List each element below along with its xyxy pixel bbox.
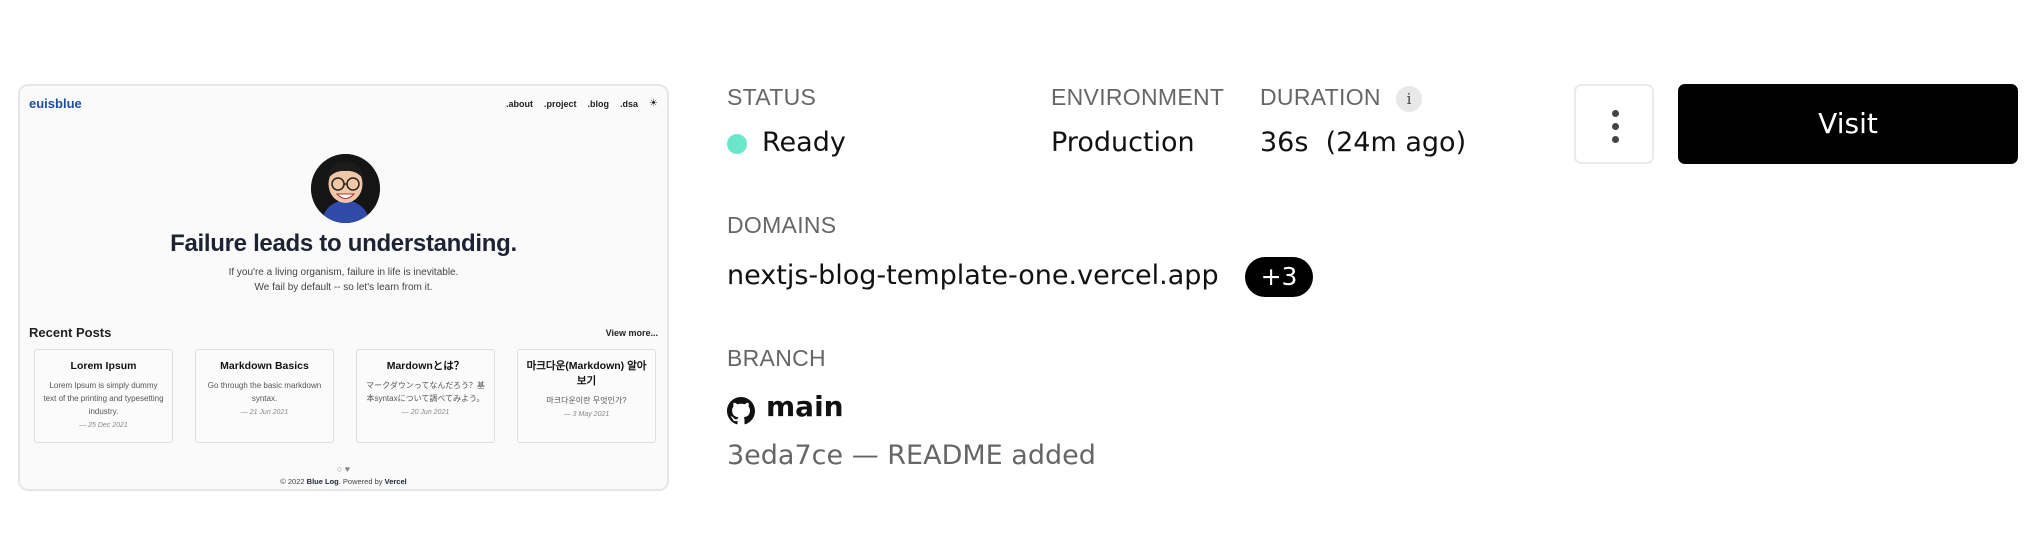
status-indicator-icon [727, 134, 747, 154]
post-date: — 25 Dec 2021 [79, 422, 128, 429]
preview-social-icons: ○ ♥ [336, 464, 351, 474]
footer-powered-by: . Powered by [338, 477, 383, 486]
post-date: — 3 May 2021 [563, 411, 610, 418]
post-card: Mardownとは？ マークダウンってなんだろう？基本syntaxについて調べて… [356, 349, 495, 443]
environment-label: ENVIRONMENT [1051, 84, 1225, 110]
post-description: Go through the basic markdown syntax. [207, 381, 322, 403]
more-options-button[interactable] [1574, 84, 1654, 164]
duration-value: 36s (24m ago) [1260, 127, 1467, 158]
footer-vercel: Vercel [384, 477, 407, 486]
post-description: Lorem Ipsum is simply dummy text of the … [43, 381, 164, 416]
footer-blog-name: Blue Log [306, 477, 339, 486]
preview-nav: .about .project .blog .dsa ☀ [506, 98, 658, 109]
preview-view-more: View more... [605, 328, 658, 338]
post-title: Lorem Ipsum [70, 360, 137, 372]
commit-message[interactable]: 3eda7ce — README added [727, 440, 1096, 471]
preview-recent-posts-title: Recent Posts [29, 325, 112, 340]
github-icon [727, 397, 755, 425]
preview-nav-blog: .blog [587, 98, 610, 109]
preview-hero-subtitle-2: We fail by default -- so let's learn fro… [254, 282, 433, 293]
more-dots-icon [1612, 136, 1619, 143]
info-icon[interactable]: i [1396, 86, 1422, 112]
post-title: Mardownとは？ [386, 360, 465, 372]
avatar [311, 154, 380, 223]
preview-nav-about: .about [506, 98, 533, 109]
preview-brand: euisblue [29, 96, 82, 111]
status-label: STATUS [727, 84, 817, 110]
environment-value: Production [1051, 127, 1195, 158]
post-card: 마크다운(Markdown) 알아보기 마크다운이란 무엇인가? — 3 May… [517, 349, 656, 443]
preview-hero-subtitle-1: If you're a living organism, failure in … [228, 267, 459, 278]
duration-label: DURATION [1260, 84, 1381, 110]
post-description: マークダウンってなんだろう？基本syntaxについて調べてみよう。 [366, 381, 485, 403]
branch-label: BRANCH [727, 345, 826, 371]
post-title: Markdown Basics [220, 360, 309, 372]
preview-footer: © 2022 Blue Log. Powered by Vercel [20, 477, 667, 486]
preview-nav-project: .project [544, 98, 577, 109]
preview-nav-dsa: .dsa [620, 98, 639, 109]
preview-hero-title: Failure leads to understanding. [170, 230, 517, 257]
preview-post-list: Lorem Ipsum Lorem Ipsum is simply dummy … [34, 349, 657, 443]
theme-toggle-icon: ☀ [649, 98, 658, 109]
visit-button[interactable]: Visit [1678, 84, 2018, 164]
domains-label: DOMAINS [727, 212, 837, 238]
more-dots-icon [1612, 110, 1619, 117]
footer-copyright: © 2022 [280, 477, 305, 486]
status-value: Ready [762, 127, 846, 158]
more-domains-badge[interactable]: +3 [1245, 257, 1313, 297]
post-description: 마크다운이란 무엇인가? [546, 396, 627, 405]
branch-name[interactable]: main [766, 390, 844, 423]
domain-link[interactable]: nextjs-blog-template-one.vercel.app [727, 260, 1219, 291]
deployment-preview[interactable]: euisblue .about .project .blog .dsa ☀ Fa… [18, 84, 669, 491]
post-date: — 21 Jun 2021 [240, 409, 289, 416]
post-card: Markdown Basics Go through the basic mar… [195, 349, 334, 443]
post-title: 마크다운(Markdown) 알아보기 [526, 360, 647, 387]
more-dots-icon [1612, 123, 1619, 130]
post-date: — 20 Jun 2021 [401, 409, 450, 416]
post-card: Lorem Ipsum Lorem Ipsum is simply dummy … [34, 349, 173, 443]
